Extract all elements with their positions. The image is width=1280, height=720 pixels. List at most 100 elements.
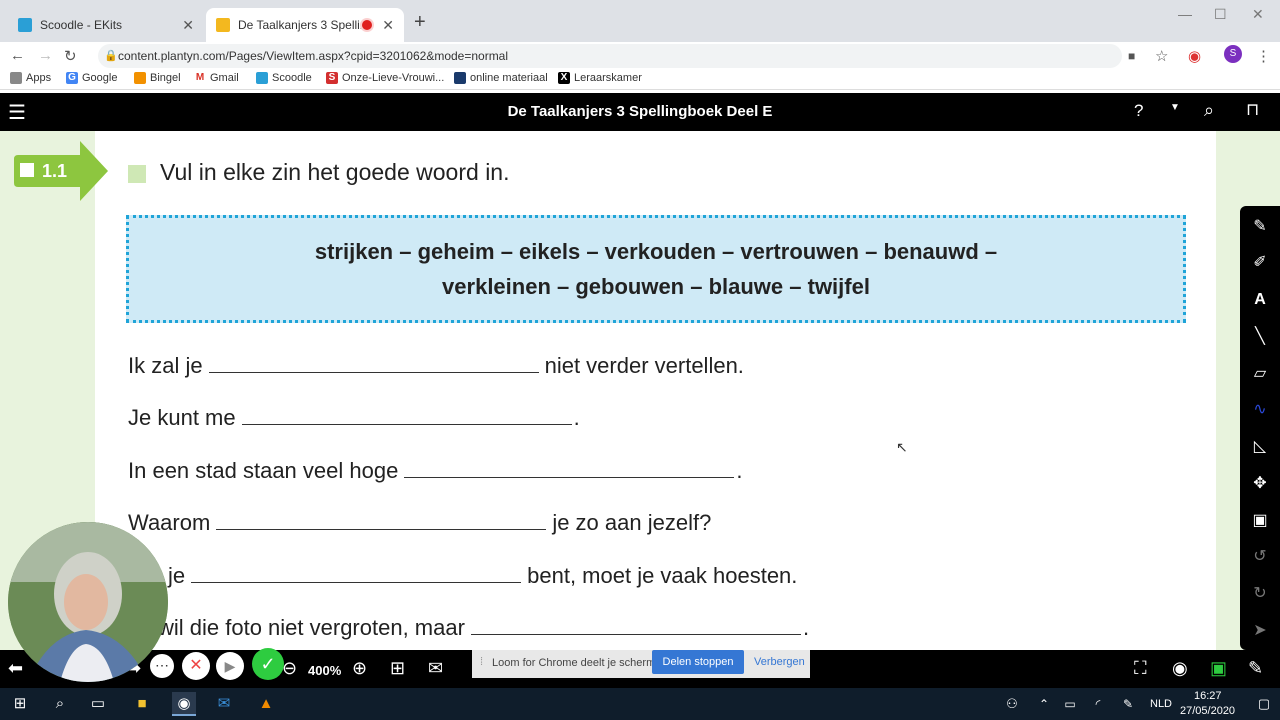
forward-icon[interactable]: → bbox=[38, 47, 53, 64]
maximize-button[interactable]: ☐ bbox=[1214, 6, 1227, 23]
tab-taalkanjers[interactable]: De Taalkanjers 3 Spellingboe ✕ bbox=[206, 8, 404, 42]
address-bar-row: ← → ↻ 🔒 content.plantyn.com/Pages/ViewIt… bbox=[0, 42, 1280, 70]
close-window-button[interactable]: ✕ bbox=[1252, 6, 1264, 23]
book-page: 1.1 Vul in elke zin het goede woord in. … bbox=[0, 131, 1280, 650]
url-text: content.plantyn.com/Pages/ViewItem.aspx?… bbox=[118, 49, 509, 63]
bookmark-leraarskamer[interactable]: X Leraarskamer bbox=[558, 72, 642, 84]
bookmark-scoodle[interactable]: Scoodle bbox=[256, 72, 312, 84]
page-layout-icon[interactable]: ⊞ bbox=[390, 658, 405, 679]
highlighter-icon[interactable]: ✐ bbox=[1240, 248, 1280, 278]
notifications-icon[interactable]: ▢ bbox=[1252, 692, 1276, 716]
zoom-in-icon[interactable]: ⊕ bbox=[352, 658, 367, 679]
zoom-level: 400% bbox=[308, 663, 342, 678]
profile-avatar[interactable]: S bbox=[1224, 45, 1242, 63]
annotation-toolbar: ✎ ✐ A ╲ ▱ ∿ ◺ ✥ ▣ ↺ ↻ ➤ bbox=[1240, 206, 1280, 650]
email-icon[interactable]: ✉ bbox=[428, 658, 443, 679]
task-view-icon[interactable]: ▭ bbox=[86, 692, 110, 716]
language-indicator[interactable]: NLD bbox=[1150, 698, 1172, 710]
tab-label: Scoodle - EKits bbox=[40, 18, 123, 32]
sentence-6: wil die foto niet vergroten, maar. bbox=[158, 613, 810, 640]
plantyn-icon bbox=[216, 18, 230, 32]
leraarskamer-icon: X bbox=[558, 72, 570, 84]
back-icon[interactable]: ← bbox=[10, 47, 25, 64]
stop-sharing-button[interactable]: Delen stoppen bbox=[652, 650, 744, 674]
line-tool-icon[interactable]: ╲ bbox=[1240, 322, 1280, 352]
previous-page-icon[interactable]: ⬅ bbox=[8, 658, 23, 679]
minimize-button[interactable]: — bbox=[1178, 6, 1192, 22]
bookmark-bingel[interactable]: Bingel bbox=[134, 72, 181, 84]
eraser-icon[interactable]: ▱ bbox=[1240, 359, 1280, 389]
tab-scoodle[interactable]: Scoodle - EKits ✕ bbox=[8, 8, 204, 42]
vlc-icon[interactable]: ▲ bbox=[254, 692, 278, 716]
wifi-icon[interactable]: ◜ bbox=[1086, 692, 1110, 716]
answer-blank[interactable] bbox=[216, 508, 547, 530]
apps-icon bbox=[10, 72, 22, 84]
people-icon[interactable]: ⚇ bbox=[1000, 692, 1024, 716]
windows-taskbar: ⊞ ⌕ ▭ ■ ◉ ✉ ▲ ⚇ ⌃ ▭ ◜ ✎ NLD 16:27 27/05/… bbox=[0, 688, 1280, 720]
eye-icon[interactable]: ◉ bbox=[1172, 658, 1188, 679]
undo-icon[interactable]: ↺ bbox=[1240, 542, 1280, 572]
search-icon[interactable]: ⌕ bbox=[1204, 100, 1214, 121]
new-tab-button[interactable]: + bbox=[414, 11, 426, 34]
reload-icon[interactable]: ↻ bbox=[64, 47, 77, 65]
recording-icon bbox=[362, 20, 373, 30]
sentence-3: In een stad staan veel hoge. bbox=[128, 456, 743, 483]
close-icon[interactable]: ✕ bbox=[182, 17, 194, 34]
answer-blank[interactable] bbox=[208, 351, 539, 373]
select-pointer-icon[interactable]: ➤ bbox=[1240, 616, 1280, 646]
windows-start-icon[interactable]: ⊞ bbox=[8, 692, 32, 716]
answer-blank[interactable] bbox=[470, 613, 801, 635]
google-icon: G bbox=[66, 72, 78, 84]
chevron-down-icon[interactable]: ▼ bbox=[1170, 102, 1180, 113]
image-icon[interactable]: ▣ bbox=[1240, 506, 1280, 536]
save-icon[interactable]: ▣ bbox=[1210, 658, 1227, 679]
bookmarks-bar: Apps G Google Bingel M Gmail Scoodle S Onze… bbox=[0, 68, 1280, 90]
ruler-icon[interactable]: ◺ bbox=[1240, 432, 1280, 462]
bookmark-online-materiaal[interactable]: online materiaal bbox=[454, 72, 548, 84]
answer-blank[interactable] bbox=[404, 456, 735, 478]
sentence-2: Je kunt me. bbox=[128, 403, 580, 430]
browser-tab-bar: Scoodle - EKits ✕ De Taalkanjers 3 Spell… bbox=[0, 0, 1280, 42]
chevron-up-icon[interactable]: ⌃ bbox=[1032, 692, 1056, 716]
search-icon[interactable]: ⌕ bbox=[48, 692, 72, 716]
camera-icon[interactable]: ■ bbox=[1128, 49, 1135, 63]
page-title: De Taalkanjers 3 Spellingboek Deel E bbox=[507, 103, 773, 120]
bookmark-icon[interactable]: ⊓ bbox=[1246, 100, 1259, 120]
battery-icon[interactable]: ▭ bbox=[1058, 692, 1082, 716]
text-tool-icon[interactable]: A bbox=[1240, 285, 1280, 315]
file-explorer-icon[interactable]: ■ bbox=[130, 692, 154, 716]
answer-blank[interactable] bbox=[191, 561, 522, 583]
bookmark-google[interactable]: G Google bbox=[66, 72, 117, 84]
more-options-icon[interactable]: ⋯ bbox=[150, 654, 174, 678]
pencil-icon[interactable]: ✎ bbox=[1240, 212, 1280, 242]
clock-time: 16:27 bbox=[1194, 690, 1222, 702]
bingel-icon bbox=[134, 72, 146, 84]
freehand-icon[interactable]: ∿ bbox=[1240, 395, 1280, 425]
star-icon[interactable]: ☆ bbox=[1155, 47, 1168, 65]
finish-recording-icon[interactable]: ✓ bbox=[252, 648, 284, 680]
answer-blank[interactable] bbox=[241, 403, 572, 425]
edit-pencil-icon[interactable]: ✎ bbox=[1248, 658, 1263, 679]
close-icon[interactable]: ✕ bbox=[382, 17, 394, 34]
chrome-icon[interactable]: ◉ bbox=[172, 692, 196, 716]
zoom-out-icon[interactable]: ⊖ bbox=[282, 658, 297, 679]
bookmark-gmail[interactable]: M Gmail bbox=[194, 72, 239, 84]
pen-icon[interactable]: ✎ bbox=[1116, 692, 1140, 716]
bookmark-apps[interactable]: Apps bbox=[10, 72, 51, 84]
sentence-4: Waarom je zo aan jezelf? bbox=[128, 508, 712, 535]
url-input[interactable]: 🔒 content.plantyn.com/Pages/ViewItem.asp… bbox=[98, 44, 1122, 68]
drag-handle-icon[interactable]: ⁞ bbox=[480, 656, 483, 668]
bookmark-olv[interactable]: S Onze-Lieve-Vrouwi... bbox=[326, 72, 444, 84]
menu-icon[interactable]: ⋮ bbox=[1256, 47, 1271, 65]
mail-icon[interactable]: ✉ bbox=[212, 692, 236, 716]
move-icon[interactable]: ✥ bbox=[1240, 469, 1280, 499]
help-icon[interactable]: ? bbox=[1134, 101, 1143, 121]
redo-icon[interactable]: ↻ bbox=[1240, 579, 1280, 609]
pause-icon[interactable]: ▶ bbox=[216, 652, 244, 680]
extension-icon[interactable]: ◉ bbox=[1188, 47, 1201, 65]
webcam-overlay[interactable] bbox=[8, 522, 168, 682]
fullscreen-icon[interactable]: ⛶ bbox=[1134, 658, 1147, 679]
cancel-recording-icon[interactable]: ✕ bbox=[182, 652, 210, 680]
hide-banner-button[interactable]: Verbergen bbox=[754, 656, 805, 668]
globe-icon bbox=[454, 72, 466, 84]
